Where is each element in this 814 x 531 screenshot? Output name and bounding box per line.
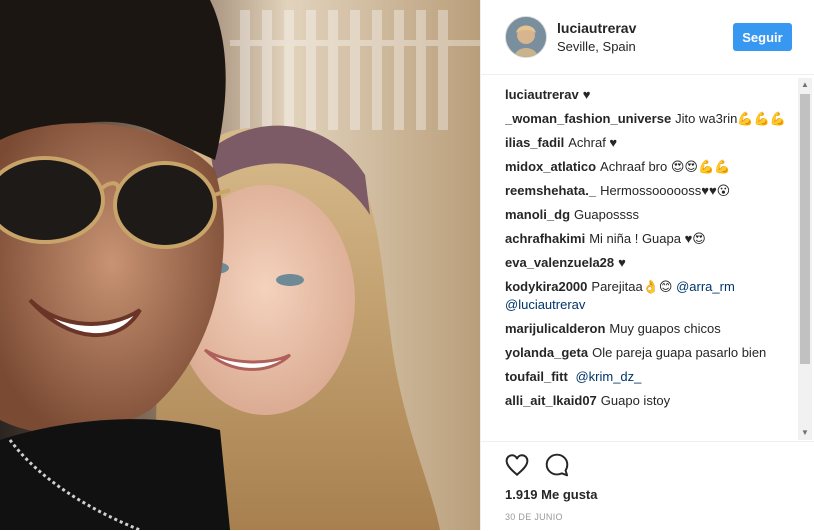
comment-item: kodykira2000 Parejitaa👌😊 @arra_rm @luciau…	[505, 278, 795, 314]
comments-scrollbar[interactable]: ▲ ▼	[798, 78, 812, 440]
comment-text: Guapossss	[574, 207, 640, 222]
comment-text: Hermossoooooss♥♥😮	[600, 183, 731, 198]
post-author-username[interactable]: luciautrerav	[557, 20, 636, 36]
post-date[interactable]: 30 DE JUNIO	[505, 512, 563, 522]
comment-item: achrafhakimi Mi niña ! Guapa ♥😍	[505, 230, 795, 248]
comment-username[interactable]: _woman_fashion_universe	[505, 111, 671, 126]
comment-item: ilias_fadil Achraf ♥	[505, 134, 795, 152]
comment-username[interactable]: eva_valenzuela28	[505, 255, 614, 270]
comment-username[interactable]: ilias_fadil	[505, 135, 564, 150]
comment-username[interactable]: yolanda_geta	[505, 345, 588, 360]
follow-button[interactable]: Seguir	[733, 23, 792, 51]
post-location[interactable]: Seville, Spain	[557, 39, 636, 54]
comment-mention-link[interactable]: @arra_rm	[676, 279, 735, 294]
scrollbar-thumb[interactable]	[800, 94, 810, 364]
comment-username[interactable]: midox_atlatico	[505, 159, 596, 174]
comment-username[interactable]: reemshehata._	[505, 183, 596, 198]
comment-username[interactable]: achrafhakimi	[505, 231, 585, 246]
comment-text: ♥	[618, 255, 626, 270]
comment-list: luciautrerav ♥ _woman_fashion_universe Jito…	[505, 86, 795, 441]
likes-count[interactable]: 1.919 Me gusta	[505, 487, 598, 502]
photo-illustration	[0, 0, 480, 530]
comment-username[interactable]: toufail_fitt	[505, 369, 568, 384]
comment-item: toufail_fitt @krim_dz_	[505, 368, 795, 386]
comment-item: alli_ait_lkaid07 Guapo istoy	[505, 392, 795, 410]
comment-text: Parejitaa👌😊	[591, 279, 673, 294]
avatar[interactable]	[505, 16, 547, 58]
speech-bubble-icon[interactable]	[544, 452, 570, 478]
comment-text: Guapo istoy	[600, 393, 671, 408]
comment-item: yolanda_geta Ole pareja guapa pasarlo bie…	[505, 344, 795, 362]
heart-outline-icon[interactable]	[504, 452, 530, 478]
comment-item: eva_valenzuela28 ♥	[505, 254, 795, 272]
comment-username[interactable]: kodykira2000	[505, 279, 587, 294]
comment-item: marijulicalderon Muy guapos chicos	[505, 320, 795, 338]
comment-username[interactable]: luciautrerav	[505, 87, 579, 102]
comment-item: _woman_fashion_universe Jito wa3rin💪💪💪	[505, 110, 795, 128]
comment-username[interactable]: alli_ait_lkaid07	[505, 393, 597, 408]
comment-item: midox_atlatico Achraaf bro 😍😍💪💪	[505, 158, 795, 176]
comment-item: luciautrerav ♥	[505, 86, 795, 104]
post-details-panel: luciautrerav Seville, Spain Seguir lucia…	[480, 0, 814, 530]
comment-text: Achraf ♥	[568, 135, 618, 150]
comment-item: reemshehata._ Hermossoooooss♥♥😮	[505, 182, 795, 200]
comment-text: Achraaf bro 😍😍💪💪	[600, 159, 731, 174]
post-actions: 1.919 Me gusta 30 DE JUNIO	[481, 441, 814, 531]
comment-text: Muy guapos chicos	[609, 321, 721, 336]
comment-text: Mi niña ! Guapa ♥😍	[589, 231, 706, 246]
comment-text: ♥	[582, 87, 591, 102]
comment-username[interactable]: marijulicalderon	[505, 321, 605, 336]
comment-mention-link[interactable]: @luciautrerav	[505, 297, 585, 312]
comment-text: Jito wa3rin💪💪💪	[675, 111, 786, 126]
comment-item: manoli_dg Guapossss	[505, 206, 795, 224]
avatar-image	[506, 17, 546, 57]
comment-username[interactable]: manoli_dg	[505, 207, 570, 222]
post-header: luciautrerav Seville, Spain Seguir	[481, 0, 814, 75]
post-photo	[0, 0, 480, 530]
scroll-up-arrow-icon[interactable]: ▲	[798, 78, 812, 92]
comment-mention-link[interactable]: @krim_dz_	[575, 369, 641, 384]
scroll-down-arrow-icon[interactable]: ▼	[798, 426, 812, 440]
comment-text: Ole pareja guapa pasarlo bien	[592, 345, 767, 360]
